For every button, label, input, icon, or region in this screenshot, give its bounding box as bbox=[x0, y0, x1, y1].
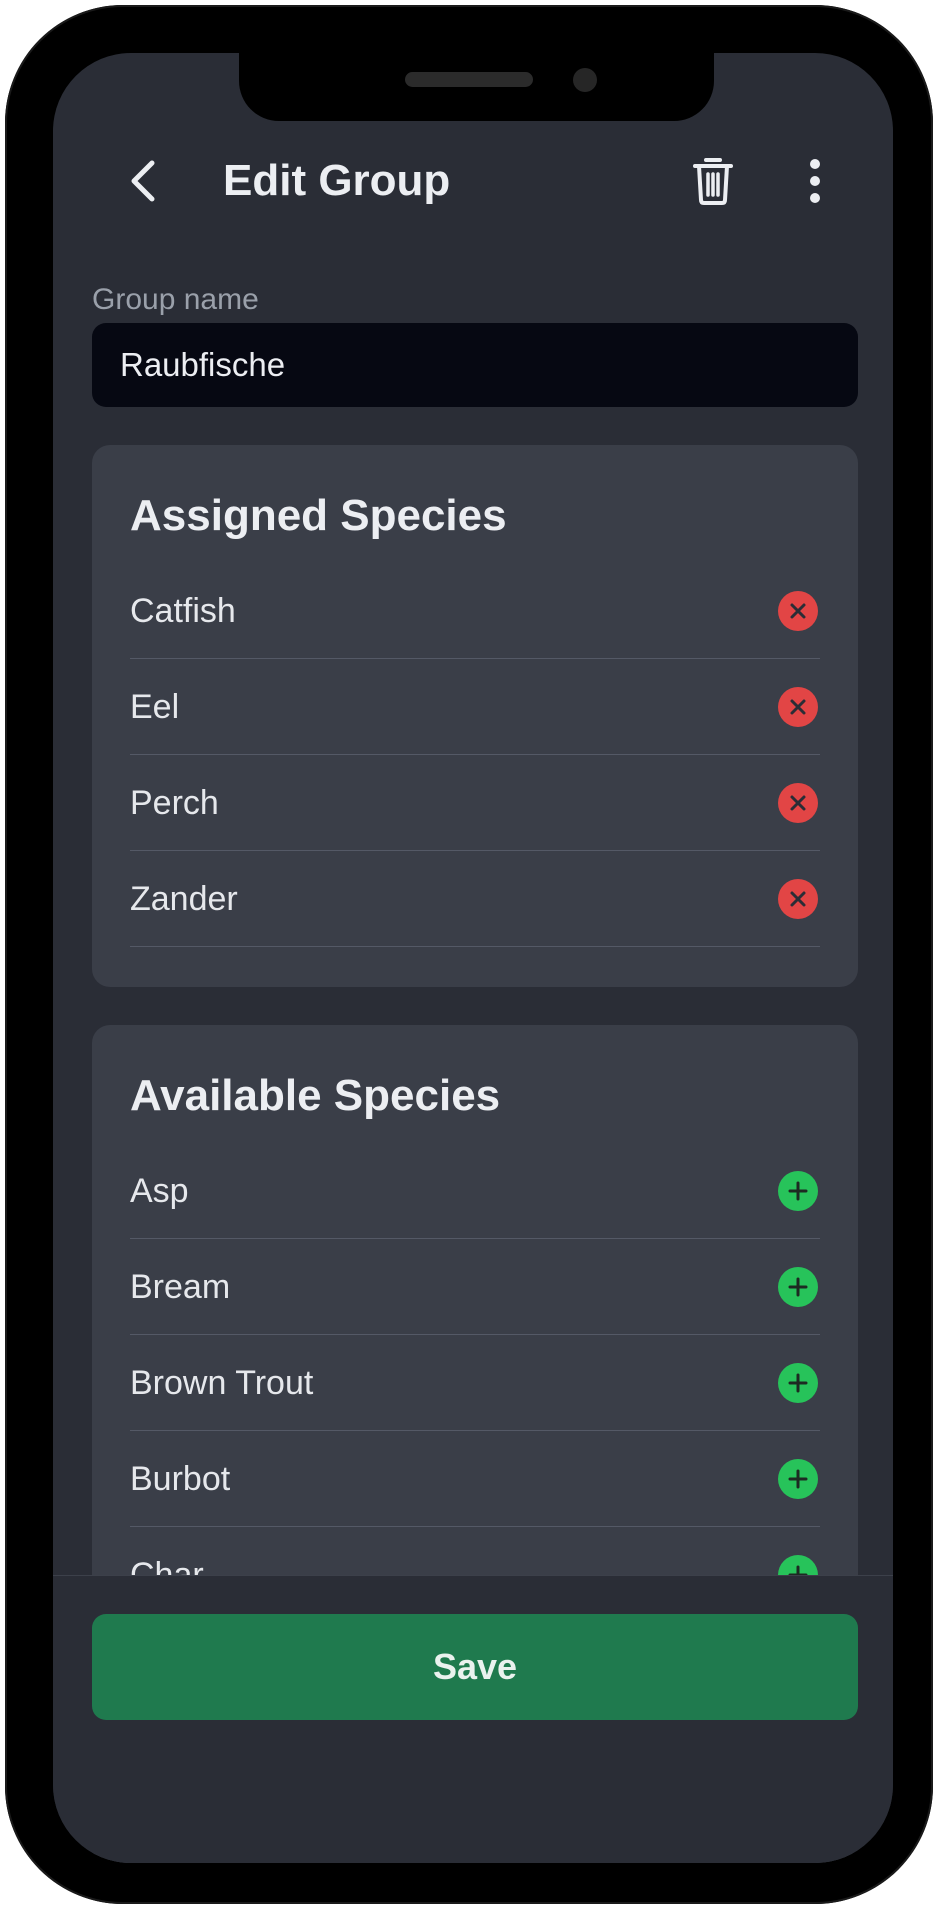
species-name: Asp bbox=[130, 1172, 189, 1210]
notch bbox=[239, 53, 714, 121]
species-name: Zander bbox=[130, 880, 238, 918]
chevron-left-icon bbox=[131, 160, 155, 202]
close-icon bbox=[790, 891, 806, 907]
group-name-input[interactable]: Raubfische bbox=[92, 323, 858, 407]
available-species-row: Asp bbox=[130, 1143, 820, 1239]
assigned-species-row: Eel bbox=[130, 659, 820, 755]
species-name: Burbot bbox=[130, 1460, 231, 1498]
app-header: Edit Group bbox=[53, 133, 893, 229]
group-name-label: Group name bbox=[92, 283, 259, 316]
assigned-species-row: Zander bbox=[130, 851, 820, 947]
page-title: Edit Group bbox=[223, 156, 451, 205]
available-species-row: Bream bbox=[130, 1239, 820, 1335]
close-icon bbox=[790, 795, 806, 811]
assigned-species-row: Catfish bbox=[130, 563, 820, 659]
assigned-species-title: Assigned Species bbox=[130, 491, 507, 540]
app-screen: Edit Group Group name Raubfische Assigne… bbox=[53, 53, 893, 1863]
speaker bbox=[405, 72, 533, 87]
assigned-species-row: Perch bbox=[130, 755, 820, 851]
species-name: Catfish bbox=[130, 592, 236, 630]
more-options-button[interactable] bbox=[785, 151, 845, 211]
phone-frame: Edit Group Group name Raubfische Assigne… bbox=[5, 5, 933, 1904]
add-species-button[interactable] bbox=[778, 1363, 818, 1403]
add-species-button[interactable] bbox=[778, 1171, 818, 1211]
available-species-title: Available Species bbox=[130, 1071, 501, 1120]
plus-icon bbox=[788, 1277, 808, 1297]
front-camera bbox=[573, 68, 597, 92]
back-button[interactable] bbox=[113, 151, 173, 211]
species-name: Eel bbox=[130, 688, 180, 726]
remove-species-button[interactable] bbox=[778, 591, 818, 631]
remove-species-button[interactable] bbox=[778, 783, 818, 823]
trash-icon bbox=[693, 158, 733, 205]
delete-group-button[interactable] bbox=[683, 151, 743, 211]
species-name: Brown Trout bbox=[130, 1364, 314, 1402]
species-name: Perch bbox=[130, 784, 219, 822]
bottom-action-bar: Save bbox=[53, 1575, 893, 1863]
close-icon bbox=[790, 699, 806, 715]
plus-icon bbox=[788, 1181, 808, 1201]
remove-species-button[interactable] bbox=[778, 687, 818, 727]
add-species-button[interactable] bbox=[778, 1267, 818, 1307]
add-species-button[interactable] bbox=[778, 1459, 818, 1499]
plus-icon bbox=[788, 1373, 808, 1393]
available-species-row: Burbot bbox=[130, 1431, 820, 1527]
species-name: Bream bbox=[130, 1268, 231, 1306]
save-button[interactable]: Save bbox=[92, 1614, 858, 1720]
plus-icon bbox=[788, 1469, 808, 1489]
close-icon bbox=[790, 603, 806, 619]
assigned-species-card: Assigned Species Catfish Eel Perch Zande… bbox=[92, 445, 858, 987]
remove-species-button[interactable] bbox=[778, 879, 818, 919]
available-species-row: Brown Trout bbox=[130, 1335, 820, 1431]
more-vertical-icon bbox=[810, 159, 820, 203]
